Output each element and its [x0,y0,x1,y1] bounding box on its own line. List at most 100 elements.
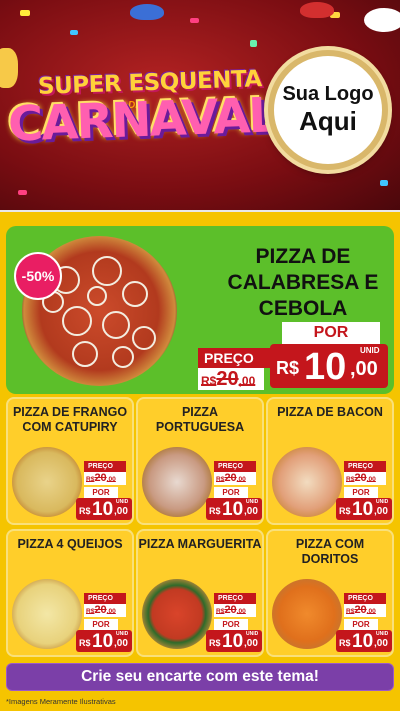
unit-label: UNID [360,346,380,355]
pizza-image [142,579,212,649]
product-card: PIZZA MARGUERITA PREÇO R$20,00 POR R$ 10… [136,529,264,657]
product-name: PIZZA 4 QUEIJOS [17,537,123,551]
pizza-image [12,447,82,517]
preco-label: PREÇO [198,348,272,368]
confetti [18,190,27,195]
old-price: R$20,00 [198,368,264,390]
disclaimer: *Imagens Meramente Ilustrativas [6,697,116,706]
pizza-image [272,447,342,517]
por-label: POR [344,619,378,630]
old-cents: ,00 [238,374,256,388]
old-price-value: 20 [224,472,237,484]
old-price-value: 20 [94,604,107,616]
unit-label: UNID [376,499,389,505]
preco-label: PREÇO [214,461,256,472]
product-name: PIZZA PORTUGUESA [155,405,245,434]
new-currency: R$ [339,638,351,648]
product-card: PIZZA COM DORITOS PREÇO R$20,00 POR R$ 1… [266,529,394,657]
logo-line1: Sua Logo [282,83,374,105]
new-currency: R$ [209,506,221,516]
offers-section: -50% PIZZA DE CALABRESA E CEBOLA PREÇO R… [0,212,400,711]
old-price: R$20,00 [344,604,386,617]
old-price: R$20,00 [214,604,256,617]
new-currency: R$ [209,638,221,648]
old-cents: ,00 [236,476,246,483]
confetti [70,30,78,35]
onion-ring [72,341,98,367]
por-label: POR [84,487,118,498]
preco-label: PREÇO [344,461,386,472]
new-price-value: 10 [352,631,374,652]
old-cents: ,00 [106,476,116,483]
old-cents: ,00 [236,608,246,615]
preco-label: PREÇO [84,593,126,604]
new-cents: ,00 [114,638,128,649]
unit-label: UNID [116,499,129,505]
cta-button[interactable]: Crie seu encarte com este tema! [6,663,394,691]
new-price: R$ 10 ,00 UNID [336,498,392,520]
logo-placeholder: Sua Logo Aqui [268,50,388,170]
old-cents: ,00 [366,476,376,483]
new-price: R$ 10 ,00 UNID [206,630,262,652]
onion-ring [92,256,122,286]
onion-ring [132,326,156,350]
new-price-value: 10 [222,499,244,520]
old-cents: ,00 [366,608,376,615]
new-cents: ,00 [374,506,388,517]
old-price-value: 20 [354,472,367,484]
new-cents: ,00 [350,358,378,380]
por-label: POR [282,322,380,344]
logo-line2: Aqui [299,106,357,136]
hero-product-name: PIZZA DE CALABRESA E CEBOLA [227,245,379,320]
new-price-value: 10 [352,499,374,520]
por-label: POR [84,619,118,630]
product-name: PIZZA DE BACON [277,405,383,419]
title-main: CARNAVAL [7,87,278,153]
product-card: PIZZA DE BACON PREÇO R$20,00 POR R$ 10 ,… [266,397,394,525]
confetti [20,10,30,16]
discount-badge: -50% [14,252,62,300]
old-price-value: 20 [354,604,367,616]
unit-label: UNID [376,631,389,637]
old-price-value: 20 [216,368,239,390]
balloon-icon [364,8,400,32]
old-price-value: 20 [94,472,107,484]
product-name: PIZZA COM DORITOS [295,537,365,566]
new-cents: ,00 [244,638,258,649]
unit-label: UNID [246,499,259,505]
old-price: R$20,00 [344,472,386,485]
new-price: R$ 10 ,00 UNID [336,630,392,652]
onion-ring [112,346,134,368]
new-price: R$ 10 ,00 UNID [206,498,262,520]
new-cents: ,00 [114,506,128,517]
confetti [250,40,257,47]
preco-label: PREÇO [214,593,256,604]
por-label: POR [344,487,378,498]
new-price-value: 10 [92,499,114,520]
hero-offer-card: -50% PIZZA DE CALABRESA E CEBOLA PREÇO R… [6,226,394,394]
por-label: POR [214,487,248,498]
product-card: PIZZA PORTUGUESA PREÇO R$ 20,00 POR R$ 10… [136,397,264,525]
pizza-image [12,579,82,649]
onion-ring [87,286,107,306]
unit-label: UNID [116,631,129,637]
onion-ring [62,306,92,336]
pizza-image [142,447,212,517]
new-price-value: 10 [304,346,347,388]
old-price-value: 20 [224,604,237,616]
product-card: PIZZA DE FRANGO COM CATUPIRY PREÇO R$20,… [6,397,134,525]
preco-label: PREÇO [84,461,126,472]
old-cents: ,00 [106,608,116,615]
confetti [380,180,388,186]
onion-ring [122,281,148,307]
new-price: R$ 10 ,00 UNID [76,630,132,652]
new-price-value: 10 [222,631,244,652]
confetti [190,18,199,23]
new-price-value: 10 [92,631,114,652]
carnival-mask-icon [130,4,164,20]
new-cents: ,00 [374,638,388,649]
trumpet-icon [0,48,18,88]
new-price: R$ 10 ,00 UNID [76,498,132,520]
preco-label: PREÇO [344,593,386,604]
onion-ring [102,311,130,339]
